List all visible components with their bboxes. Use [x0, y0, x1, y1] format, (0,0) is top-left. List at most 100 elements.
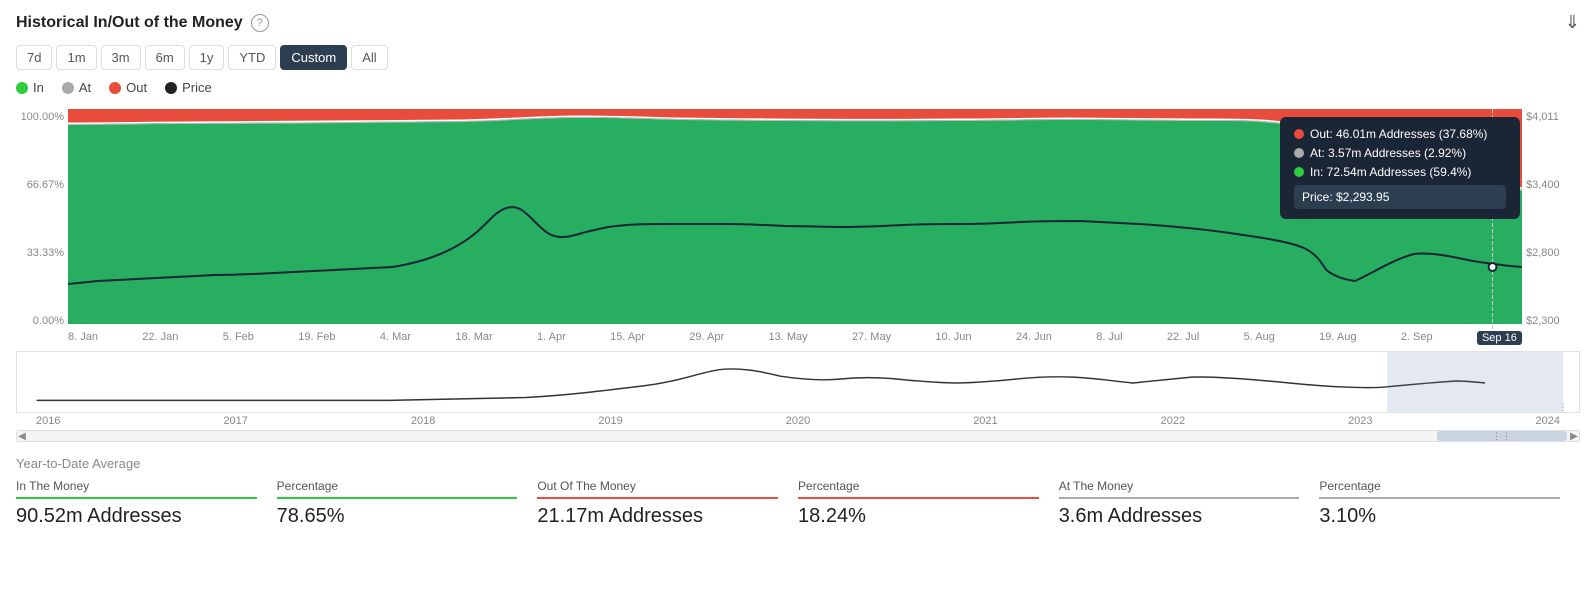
header: Historical In/Out of the Money ? ⇓ [16, 12, 1580, 33]
filter-7d[interactable]: 7d [16, 45, 52, 70]
filter-3m[interactable]: 3m [101, 45, 141, 70]
mini-x-2017: 2017 [223, 415, 247, 427]
mini-x-2024: 2024 [1536, 415, 1560, 427]
ytd-col-at-pct: Percentage 3.10% [1319, 479, 1580, 528]
x-label-may13: 13. May [768, 331, 807, 345]
ytd-title: Year-to-Date Average [16, 456, 1580, 471]
tooltip-out-row: Out: 46.01m Addresses (37.68%) [1294, 127, 1506, 141]
tooltip: Out: 46.01m Addresses (37.68%) At: 3.57m… [1280, 117, 1520, 219]
ytd-in-underline [16, 497, 257, 499]
y-right-label-3400: $3,400 [1522, 179, 1580, 191]
legend-at-dot [62, 82, 74, 94]
x-label-apr29: 29. Apr [689, 331, 724, 345]
help-icon[interactable]: ? [251, 14, 269, 32]
x-label-jun10: 10. Jun [935, 331, 971, 345]
mini-chart: ⋮ [16, 351, 1580, 413]
y-axis-right: $4,011 $3,400 $2,800 $2,300 [1522, 109, 1580, 329]
x-label-jun24: 24. Jun [1016, 331, 1052, 345]
main-chart: Out: 46.01m Addresses (37.68%) At: 3.57m… [68, 109, 1522, 329]
x-label-may27: 27. May [852, 331, 891, 345]
legend-out-label: Out [126, 80, 147, 95]
tooltip-at-text: At: 3.57m Addresses (2.92%) [1310, 146, 1466, 160]
y-right-label-2800: $2,800 [1522, 247, 1580, 259]
x-label-mar18: 18. Mar [455, 331, 492, 345]
scroll-thumb[interactable]: ⋮⋮ [1437, 431, 1567, 441]
scroll-left-arrow[interactable]: ◀ [17, 431, 27, 441]
filter-1m[interactable]: 1m [56, 45, 96, 70]
legend-in: In [16, 80, 44, 95]
ytd-col-out-label: Out Of The Money 21.17m Addresses [537, 479, 798, 528]
ytd-at-the-money-label: At The Money [1059, 479, 1300, 493]
ytd-in-value: 90.52m Addresses [16, 505, 257, 528]
tooltip-at-dot [1294, 148, 1304, 158]
ytd-in-the-money-label: In The Money [16, 479, 257, 493]
x-label-sep2: 2. Sep [1401, 331, 1433, 345]
y-label-0: 0.00% [16, 315, 68, 327]
legend-price-dot [165, 82, 177, 94]
header-left: Historical In/Out of the Money ? [16, 14, 269, 32]
x-label-feb19: 19. Feb [298, 331, 335, 345]
legend-price: Price [165, 80, 212, 95]
y-right-label-4011: $4,011 [1522, 111, 1580, 123]
scroll-right-arrow[interactable]: ▶ [1569, 431, 1579, 441]
x-label-jan22: 22. Jan [142, 331, 178, 345]
ytd-in-pct-underline [277, 497, 518, 499]
x-label-aug5: 5. Aug [1244, 331, 1275, 345]
legend-out: Out [109, 80, 147, 95]
ytd-col-in-pct: Percentage 78.65% [277, 479, 538, 528]
filter-ytd[interactable]: YTD [228, 45, 276, 70]
ytd-table: In The Money 90.52m Addresses Percentage… [16, 479, 1580, 528]
ytd-in-pct-value: 78.65% [277, 505, 518, 528]
x-label-jul22: 22. Jul [1167, 331, 1199, 345]
ytd-at-pct-label: Percentage [1319, 479, 1560, 493]
legend-price-label: Price [182, 80, 212, 95]
mini-x-2019: 2019 [598, 415, 622, 427]
scrollbar[interactable]: ◀ ▶ ⋮⋮ [16, 430, 1580, 442]
ytd-out-the-money-label: Out Of The Money [537, 479, 778, 493]
legend-at-label: At [79, 80, 91, 95]
page-title: Historical In/Out of the Money [16, 14, 243, 32]
ytd-out-pct-label: Percentage [798, 479, 1039, 493]
tooltip-price-text: Price: $2,293.95 [1302, 190, 1389, 204]
ytd-at-pct-value: 3.10% [1319, 505, 1560, 528]
tooltip-in-text: In: 72.54m Addresses (59.4%) [1310, 165, 1471, 179]
legend-out-dot [109, 82, 121, 94]
ytd-col-at-label: At The Money 3.6m Addresses [1059, 479, 1320, 528]
ytd-out-underline [537, 497, 778, 499]
tooltip-out-dot [1294, 129, 1304, 139]
filter-custom[interactable]: Custom [280, 45, 347, 70]
tooltip-out-text: Out: 46.01m Addresses (37.68%) [1310, 127, 1487, 141]
x-label-aug19: 19. Aug [1319, 331, 1356, 345]
mini-x-labels: 2016 2017 2018 2019 2020 2021 2022 2023 … [36, 415, 1560, 427]
filter-all[interactable]: All [351, 45, 387, 70]
ytd-out-value: 21.17m Addresses [537, 505, 778, 528]
ytd-at-underline [1059, 497, 1300, 499]
filter-6m[interactable]: 6m [145, 45, 185, 70]
mini-chart-svg [17, 352, 1579, 412]
legend-in-dot [16, 82, 28, 94]
download-icon[interactable]: ⇓ [1565, 12, 1580, 33]
ytd-col-out-pct: Percentage 18.24% [798, 479, 1059, 528]
tooltip-price-box: Price: $2,293.95 [1294, 185, 1506, 209]
main-container: Historical In/Out of the Money ? ⇓ 7d 1m… [0, 0, 1596, 611]
y-label-100: 100.00% [16, 111, 68, 123]
mini-x-2020: 2020 [786, 415, 810, 427]
ytd-out-pct-underline [798, 497, 1039, 499]
ytd-at-value: 3.6m Addresses [1059, 505, 1300, 528]
ytd-at-pct-underline [1319, 497, 1560, 499]
filter-1y[interactable]: 1y [189, 45, 225, 70]
y-label-33: 33.33% [16, 247, 68, 259]
x-label-sep16-active: Sep 16 [1477, 331, 1522, 345]
ytd-section: Year-to-Date Average In The Money 90.52m… [16, 456, 1580, 528]
x-label-feb5: 5. Feb [223, 331, 254, 345]
tooltip-at-row: At: 3.57m Addresses (2.92%) [1294, 146, 1506, 160]
x-label-apr15: 15. Apr [610, 331, 645, 345]
ytd-out-pct-value: 18.24% [798, 505, 1039, 528]
x-label-jul8: 8. Jul [1096, 331, 1122, 345]
ytd-in-pct-label: Percentage [277, 479, 518, 493]
mini-x-2023: 2023 [1348, 415, 1372, 427]
time-filter-bar: 7d 1m 3m 6m 1y YTD Custom All [16, 45, 1580, 70]
x-axis: 8. Jan 22. Jan 5. Feb 19. Feb 4. Mar 18.… [68, 331, 1522, 345]
legend: In At Out Price [16, 80, 1580, 95]
legend-at: At [62, 80, 91, 95]
